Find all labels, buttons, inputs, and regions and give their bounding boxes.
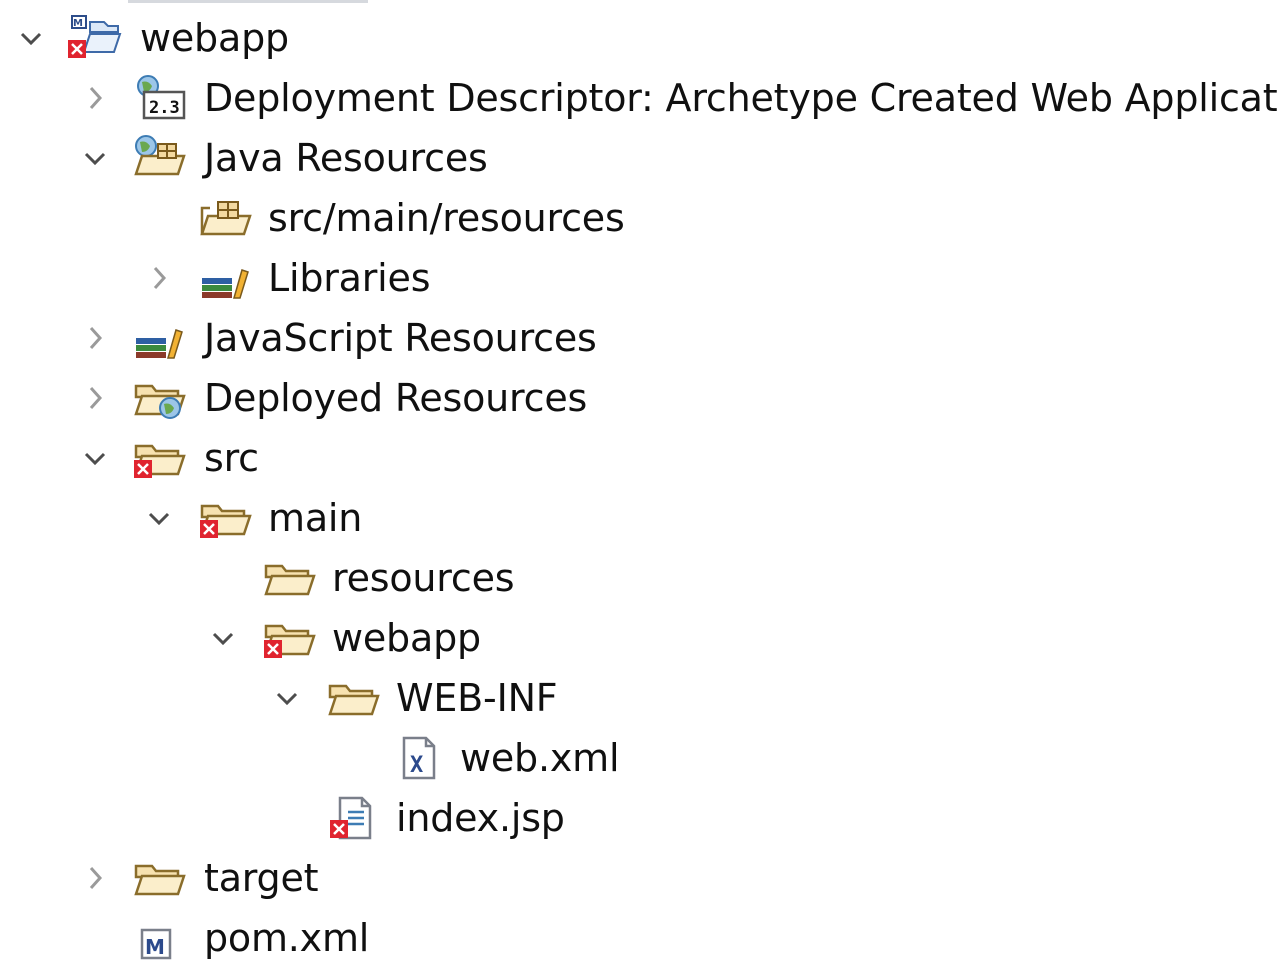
- folder-error-icon: [198, 494, 254, 542]
- deployment-descriptor-icon: 2.3: [132, 74, 188, 122]
- tree-node-javascript-resources[interactable]: JavaScript Resources: [0, 308, 650, 368]
- tree-node-deployed-resources[interactable]: Deployed Resources: [0, 368, 650, 428]
- tree-node-resources[interactable]: resources: [0, 548, 600, 608]
- tree-node-label: WEB-INF: [396, 676, 558, 720]
- chevron-down-icon[interactable]: [274, 683, 300, 713]
- chevron-right-icon[interactable]: [82, 863, 108, 893]
- folder-icon: [326, 674, 382, 722]
- view-top-divider: [128, 0, 368, 3]
- tree-node-libraries[interactable]: Libraries: [0, 248, 500, 308]
- chevron-down-icon[interactable]: [18, 23, 44, 53]
- folder-icon: [262, 554, 318, 602]
- tree-node-main[interactable]: main: [0, 488, 450, 548]
- tree-node-deployment-descriptor[interactable]: 2.3 Deployment Descriptor: Archetype Cre…: [0, 68, 1278, 128]
- tree-node-label: Deployment Descriptor: Archetype Created…: [204, 76, 1278, 120]
- tree-node-web-xml[interactable]: X web.xml: [0, 728, 700, 788]
- maven-pom-icon: M: [132, 914, 188, 962]
- tree-node-webapp-project[interactable]: M webapp: [0, 8, 400, 68]
- svg-text:X: X: [410, 753, 423, 778]
- libraries-icon: [198, 254, 254, 302]
- tree-node-pom-xml[interactable]: M pom.xml: [0, 908, 450, 968]
- tree-node-label: web.xml: [460, 736, 620, 780]
- chevron-right-icon[interactable]: [82, 323, 108, 353]
- chevron-down-icon[interactable]: [146, 503, 172, 533]
- tree-node-web-inf[interactable]: WEB-INF: [0, 668, 650, 728]
- tree-node-label: Libraries: [268, 256, 431, 300]
- tree-node-label: index.jsp: [396, 796, 565, 840]
- tree-node-webapp-folder[interactable]: webapp: [0, 608, 600, 668]
- tree-node-label: JavaScript Resources: [204, 316, 597, 360]
- folder-error-icon: [262, 614, 318, 662]
- maven-web-project-error-icon: M: [66, 14, 122, 62]
- chevron-right-icon[interactable]: [82, 83, 108, 113]
- tree-node-src[interactable]: src: [0, 428, 400, 488]
- tree-node-label: target: [204, 856, 319, 900]
- svg-text:M: M: [145, 935, 165, 959]
- xml-file-icon: X: [392, 734, 448, 782]
- folder-error-icon: [132, 434, 188, 482]
- chevron-down-icon[interactable]: [82, 443, 108, 473]
- tree-node-label: pom.xml: [204, 916, 370, 960]
- chevron-right-icon[interactable]: [82, 383, 108, 413]
- tree-node-java-resources[interactable]: Java Resources: [0, 128, 600, 188]
- tree-node-label: webapp: [140, 16, 289, 60]
- source-folder-icon: [198, 194, 254, 242]
- svg-text:2.3: 2.3: [149, 98, 180, 118]
- tree-node-label: src/main/resources: [268, 196, 625, 240]
- chevron-down-icon[interactable]: [82, 143, 108, 173]
- tree-node-label: Java Resources: [204, 136, 488, 180]
- tree-node-label: webapp: [332, 616, 481, 660]
- tree-node-label: main: [268, 496, 363, 540]
- deployed-resources-icon: [132, 374, 188, 422]
- tree-node-index-jsp[interactable]: index.jsp: [0, 788, 650, 848]
- tree-node-src-main-resources[interactable]: src/main/resources: [0, 188, 700, 248]
- svg-text:M: M: [73, 18, 83, 29]
- jsp-file-error-icon: [324, 794, 380, 842]
- tree-node-label: resources: [332, 556, 515, 600]
- tree-node-label: Deployed Resources: [204, 376, 588, 420]
- tree-node-target[interactable]: target: [0, 848, 450, 908]
- java-resources-icon: [132, 134, 188, 182]
- libraries-icon: [132, 314, 188, 362]
- chevron-right-icon[interactable]: [146, 263, 172, 293]
- tree-node-label: src: [204, 436, 259, 480]
- folder-icon: [132, 854, 188, 902]
- chevron-down-icon[interactable]: [210, 623, 236, 653]
